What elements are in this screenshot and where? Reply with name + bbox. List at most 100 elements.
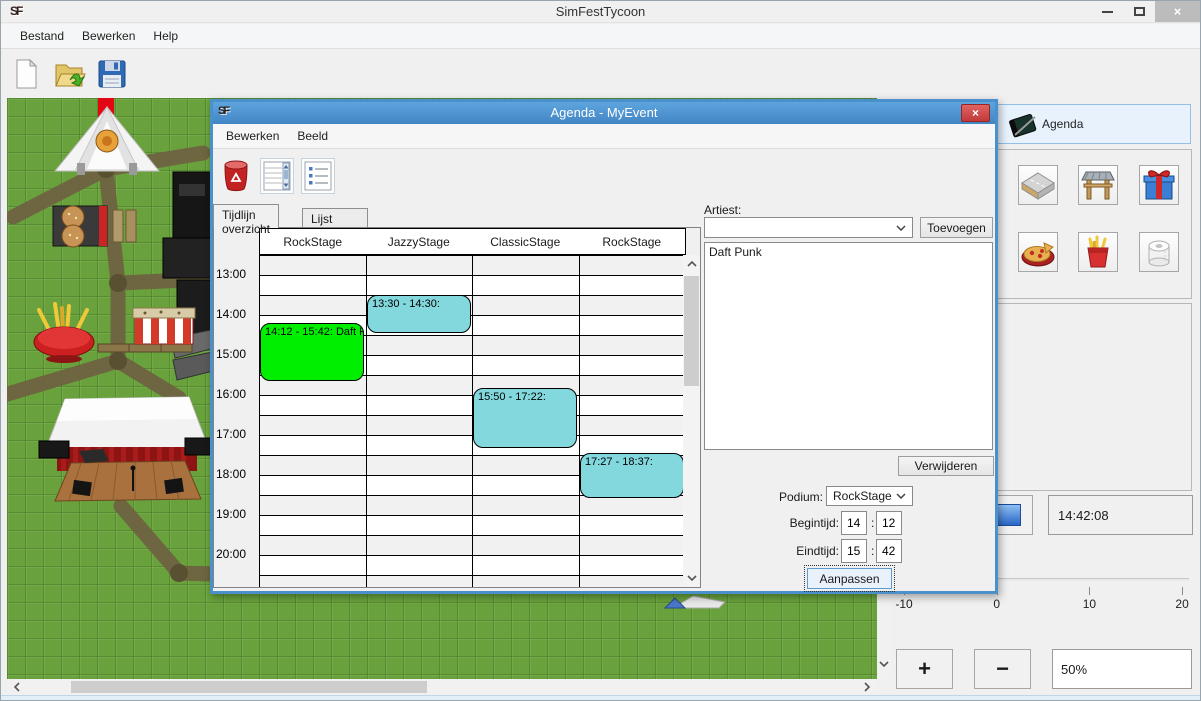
hour-label: 20:00 (216, 547, 258, 561)
start-hour-input[interactable] (841, 511, 867, 535)
scroll-up-icon[interactable] (684, 257, 699, 271)
remove-artist-label: Verwijderen (915, 459, 978, 473)
app-window: SF SimFestTycoon × BestandBewerkenHelp (0, 0, 1201, 701)
apply-button[interactable]: Aanpassen (807, 568, 892, 589)
save-disk-icon (96, 58, 128, 90)
dialog-title: Agenda - MyEvent (213, 105, 995, 120)
agenda-button[interactable]: Agenda (997, 104, 1191, 144)
striped-booth[interactable] (131, 306, 197, 348)
column-line (579, 255, 580, 587)
dialog-menu-beeld[interactable]: Beeld (288, 126, 337, 146)
burger-stand[interactable] (51, 204, 115, 248)
schedule-grid[interactable]: 14:12 - 15:42: Daft Punk13:30 - 14:30: 15… (259, 255, 685, 587)
zoom-level-value: 50% (1061, 662, 1087, 677)
main-menubar: BestandBewerkenHelp (1, 24, 1200, 49)
hour-label: 19:00 (216, 507, 258, 521)
time-colon: : (871, 544, 874, 558)
timeline-view-icon (263, 161, 291, 191)
scroll-down-icon[interactable] (684, 571, 699, 585)
start-time-label: Begintijd: (749, 516, 839, 530)
party-tent[interactable] (53, 103, 161, 178)
dialog-close-icon: × (972, 106, 979, 120)
column-line (259, 255, 260, 587)
map-horizontal-scrollbar[interactable] (7, 679, 877, 695)
list-view-button[interactable] (301, 158, 335, 194)
podium-combobox[interactable]: RockStage (826, 486, 913, 506)
small-tent[interactable] (663, 596, 727, 610)
delete-trash-icon (221, 159, 251, 193)
new-document-icon (10, 58, 42, 90)
dialog-menubar: BewerkenBeeld (213, 124, 995, 149)
add-artist-button[interactable]: Toevoegen (920, 217, 993, 238)
zoom-level-field[interactable]: 50% (1052, 649, 1192, 689)
hour-label: 13:00 (216, 267, 258, 281)
zoom-out-button[interactable]: − (974, 649, 1031, 689)
apply-button-label: Aanpassen (819, 572, 879, 586)
close-icon: × (1174, 4, 1182, 19)
scroll-left-icon[interactable] (9, 679, 25, 695)
item-button-fries[interactable] (1078, 232, 1118, 272)
game-clock: 14:42:08 (1048, 495, 1193, 535)
zoom-in-button[interactable]: + (896, 649, 953, 689)
fries-stand[interactable] (25, 298, 105, 364)
plus-icon: + (918, 656, 931, 682)
dialog-menu-bewerken[interactable]: Bewerken (217, 126, 288, 146)
main-toolbar (1, 50, 1200, 97)
agenda-dialog: SF Agenda - MyEvent × BewerkenBeeld Tijd… (210, 99, 998, 594)
chevron-down-icon (896, 225, 906, 231)
schedule-event[interactable]: 13:30 - 14:30: (367, 295, 471, 333)
open-folder-button[interactable] (52, 57, 86, 91)
scrollbar-thumb[interactable] (71, 681, 427, 693)
new-document-button[interactable] (9, 57, 43, 91)
menu-help[interactable]: Help (144, 26, 187, 46)
add-artist-label: Toevoegen (927, 221, 986, 235)
end-minute-input[interactable] (876, 539, 902, 563)
delete-trash-button[interactable] (219, 158, 253, 194)
maximize-button[interactable] (1123, 1, 1155, 22)
fries-icon (1079, 233, 1117, 271)
artist-combobox[interactable] (704, 217, 913, 238)
tab-list[interactable]: Lijst overzicht (302, 208, 368, 228)
timeline-view-button[interactable] (260, 158, 294, 194)
item-button-toilet-paper[interactable] (1139, 232, 1179, 272)
main-titlebar: SF SimFestTycoon × (1, 1, 1200, 23)
slider-tick (1182, 587, 1183, 595)
hour-label: 14:00 (216, 307, 258, 321)
artist-label: Artiest: (704, 203, 741, 217)
dialog-close-button[interactable]: × (961, 104, 990, 122)
artist-list-item[interactable]: Daft Punk (705, 243, 992, 261)
window-controls: × (1091, 1, 1200, 22)
item-button-pizza[interactable] (1018, 232, 1058, 272)
timeline-table[interactable]: RockStageJazzyStageClassicStageRockStage… (213, 227, 701, 588)
item-button-gift[interactable] (1139, 165, 1179, 205)
dialog-titlebar[interactable]: SF Agenda - MyEvent × (213, 102, 995, 124)
remove-artist-button[interactable]: Verwijderen (898, 456, 994, 476)
item-button-gate[interactable] (1078, 165, 1118, 205)
schedule-event[interactable]: 14:12 - 15:42: Daft Punk (260, 323, 364, 381)
gift-icon (1140, 166, 1178, 204)
artist-listbox[interactable]: Daft Punk (704, 242, 993, 450)
save-disk-button[interactable] (95, 57, 129, 91)
menu-bestand[interactable]: Bestand (11, 26, 73, 46)
list-view-icon (304, 161, 332, 191)
tab-timeline[interactable]: Tijdlijn overzicht (213, 204, 279, 228)
hour-label: 16:00 (216, 387, 258, 401)
scroll-down-icon[interactable] (877, 656, 891, 672)
schedule-event[interactable]: 17:27 - 18:37: (580, 453, 684, 498)
minimize-button[interactable] (1091, 1, 1123, 22)
scrollbar-thumb[interactable] (684, 276, 699, 386)
menu-bewerken[interactable]: Bewerken (73, 26, 144, 46)
end-hour-input[interactable] (841, 539, 867, 563)
gate-icon (1079, 166, 1117, 204)
main-stage[interactable] (37, 391, 217, 511)
timeline-scrollbar[interactable] (683, 255, 700, 588)
schedule-event[interactable]: 15:50 - 17:22: (473, 388, 577, 447)
start-minute-input[interactable] (876, 511, 902, 535)
slider-tick-label: 10 (1083, 597, 1096, 611)
scroll-right-icon[interactable] (859, 679, 875, 695)
slider-tick-label: 0 (993, 597, 1000, 611)
end-time-label: Eindtijd: (749, 544, 839, 558)
bench[interactable] (111, 208, 139, 244)
item-button-road-tile[interactable] (1018, 165, 1058, 205)
close-window-button[interactable]: × (1155, 1, 1200, 22)
